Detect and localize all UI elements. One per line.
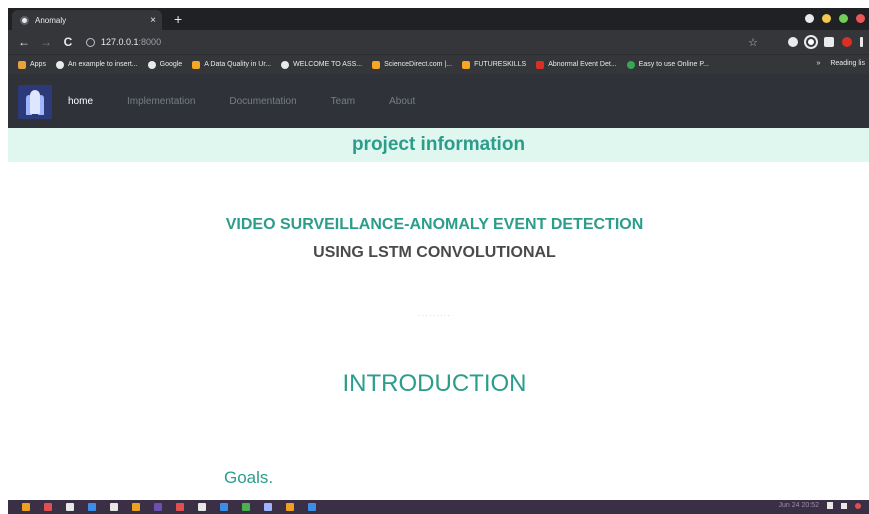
puzzle-icon[interactable]	[824, 37, 834, 47]
bookmark-label: A Data Quality in Ur...	[204, 61, 272, 68]
bookmark-item[interactable]: An example to insert...	[55, 60, 138, 69]
apps-grid-icon	[18, 60, 26, 69]
taskbar-app-icon[interactable]	[132, 503, 140, 511]
bookmarks-bar: Apps An example to insert... Google A Data …	[8, 54, 869, 74]
extension-icon[interactable]	[788, 37, 798, 47]
extensions-area	[788, 37, 863, 47]
taskbar-app-icon[interactable]	[242, 503, 250, 511]
bookmarks-overflow-button[interactable]: »	[816, 60, 820, 67]
logo-figure-icon	[30, 90, 40, 114]
chevron-right-icon	[462, 60, 471, 69]
project-title-line-1: VIDEO SURVEILLANCE-ANOMALY EVENT DETECTI…	[225, 216, 644, 233]
reload-button[interactable]: C	[62, 35, 74, 49]
address-bar[interactable]: 127.0.0.1:8000	[86, 37, 748, 47]
taskbar-app-icon[interactable]	[220, 503, 228, 511]
globe-icon	[281, 60, 290, 69]
taskbar-app-icon[interactable]	[154, 503, 162, 511]
project-title-line-2: USING LSTM CONVOLUTIONAL	[313, 244, 556, 261]
maximize-icon[interactable]	[839, 14, 848, 23]
bookmark-item[interactable]: Apps	[18, 60, 46, 69]
introduction-heading: INTRODUCTION	[342, 370, 527, 397]
bookmark-label: An example to insert...	[67, 61, 138, 68]
minimize-icon[interactable]	[822, 14, 831, 23]
clock[interactable]: Jun 24 20:52	[779, 502, 819, 509]
browser-tab-strip: Anomaly × +	[8, 8, 869, 30]
taskbar-app-icon[interactable]	[176, 503, 184, 511]
bookmark-item[interactable]: Google	[147, 60, 183, 69]
taskbar-app-icon[interactable]	[110, 503, 118, 511]
bookmarks-right: » Reading lis	[816, 60, 865, 67]
nav-link-home[interactable]: home	[68, 96, 93, 107]
globe-icon	[55, 60, 64, 69]
volume-icon[interactable]	[841, 502, 847, 509]
browser-tab[interactable]: Anomaly ×	[12, 10, 162, 30]
taskbar-app-icon[interactable]	[66, 503, 74, 511]
power-icon[interactable]	[855, 502, 861, 509]
bookmark-label: ScienceDirect.com |...	[384, 61, 453, 68]
new-tab-button[interactable]: +	[174, 11, 182, 27]
tab-close-icon[interactable]: ×	[150, 15, 156, 26]
bookmark-label: Abnormal Event Det...	[548, 61, 617, 68]
goals-heading: Goals.	[224, 468, 274, 487]
forward-button[interactable]: →	[40, 35, 52, 49]
taskbar-app-icon[interactable]	[264, 503, 272, 511]
bookmark-label: Google	[159, 61, 183, 68]
nav-link-about[interactable]: About	[389, 96, 415, 107]
os-taskbar: Jun 24 20:52	[8, 500, 869, 514]
network-icon[interactable]	[827, 502, 833, 509]
url-host: 127.0.0.1	[101, 37, 139, 47]
bookmark-label: Easy to use Online P...	[638, 61, 709, 68]
url-port: :8000	[138, 37, 162, 47]
section-divider: ·········	[418, 311, 451, 320]
menu-dots-icon[interactable]	[860, 37, 863, 47]
circle-icon	[626, 60, 635, 69]
tab-favicon-icon	[20, 15, 29, 25]
site-info-icon[interactable]	[86, 37, 95, 47]
close-window-icon[interactable]	[856, 14, 865, 23]
site-nav-links: home Implementation Documentation Team About	[68, 74, 449, 128]
bookmark-label: WELCOME TO ASS...	[293, 61, 363, 68]
taskbar-app-icon[interactable]	[44, 503, 52, 511]
window-dot-icon[interactable]	[805, 14, 814, 23]
project-info-band: project information	[8, 128, 869, 162]
taskbar-app-icon[interactable]	[286, 503, 294, 511]
system-tray: Jun 24 20:52	[779, 502, 861, 509]
google-icon	[147, 60, 156, 69]
site-logo[interactable]	[18, 85, 52, 119]
window-controls	[805, 14, 865, 23]
nav-link-implementation[interactable]: Implementation	[127, 96, 195, 107]
bookmark-item[interactable]: FUTURESKILLS	[462, 60, 527, 69]
taskbar-app-icon[interactable]	[308, 503, 316, 511]
bookmark-item[interactable]: Abnormal Event Det...	[536, 60, 617, 69]
e-logo-icon	[192, 60, 201, 69]
nav-link-documentation[interactable]: Documentation	[229, 96, 296, 107]
nav-link-team[interactable]: Team	[331, 96, 355, 107]
pdf-icon	[536, 60, 545, 69]
bookmark-item[interactable]: ScienceDirect.com |...	[372, 60, 453, 69]
taskbar-app-icon[interactable]	[22, 503, 30, 511]
bookmark-item[interactable]: WELCOME TO ASS...	[281, 60, 363, 69]
site-navbar: home Implementation Documentation Team About	[8, 74, 869, 128]
browser-toolbar: ← → C 127.0.0.1:8000 ☆	[8, 30, 869, 54]
taskbar-app-icon[interactable]	[198, 503, 206, 511]
reading-list-button[interactable]: Reading lis	[830, 60, 865, 67]
bookmark-star-icon[interactable]: ☆	[748, 36, 758, 49]
band-title: project information	[351, 134, 526, 155]
bookmark-item[interactable]: Easy to use Online P...	[626, 60, 709, 69]
screen: Anomaly × + ← → C 127.0.0.1:8000 ☆ Apps A…	[0, 0, 869, 514]
bookmark-label: Apps	[30, 61, 46, 68]
back-button[interactable]: ←	[18, 35, 30, 49]
extension-icon[interactable]	[806, 37, 816, 47]
tab-title: Anomaly	[35, 15, 67, 25]
e-logo-icon	[372, 60, 381, 69]
bookmark-item[interactable]: A Data Quality in Ur...	[192, 60, 272, 69]
taskbar-app-icon[interactable]	[88, 503, 96, 511]
bookmark-label: FUTURESKILLS	[474, 61, 527, 68]
profile-avatar-icon[interactable]	[842, 37, 852, 47]
